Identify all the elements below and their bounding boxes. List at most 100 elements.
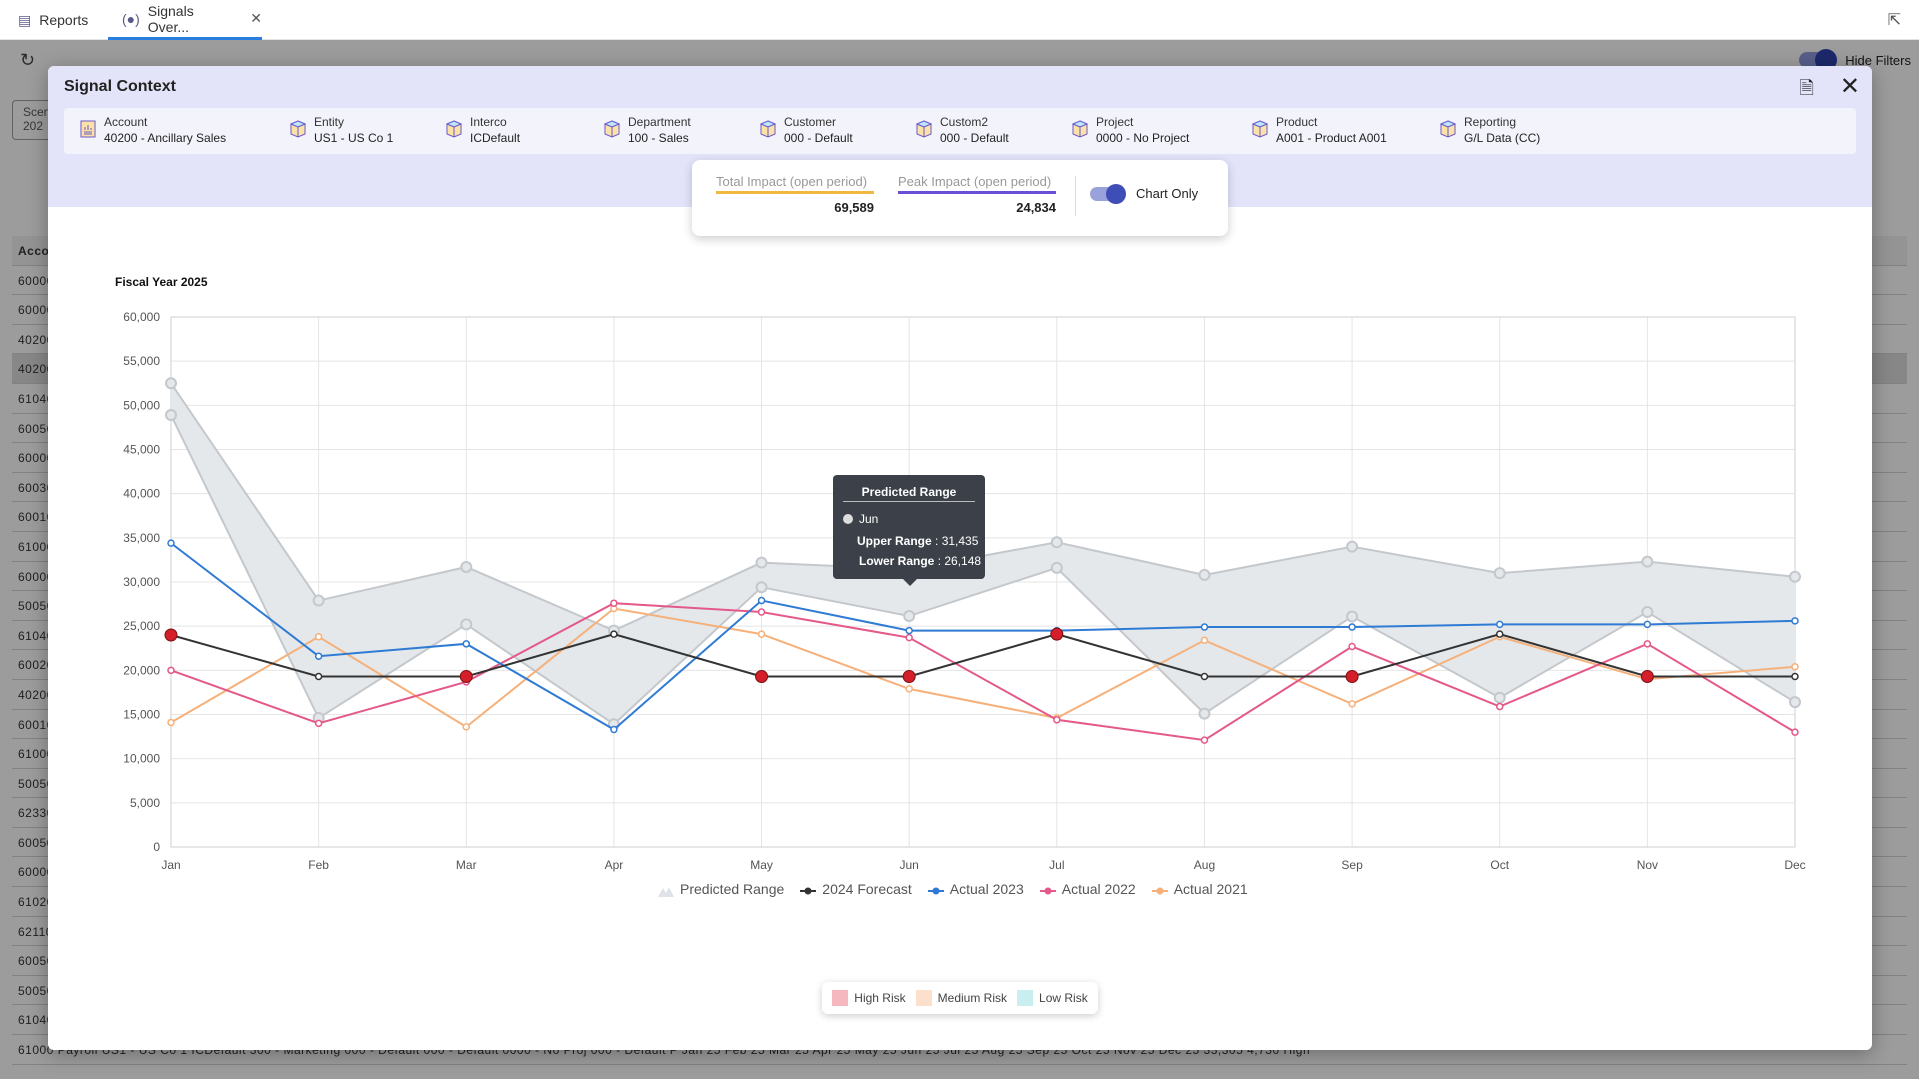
2024-forecast-point xyxy=(1200,672,1209,681)
risk-legend: High Risk Medium Risk Low Risk xyxy=(822,982,1098,1014)
x-tick-label: Dec xyxy=(1784,858,1805,872)
actual-2023-point xyxy=(1643,620,1652,629)
tab-label: Reports xyxy=(39,12,89,28)
top-tab-bar: ▤ Reports (●) Signals Over... ✕ ⇱ xyxy=(0,0,1919,40)
risk-swatch xyxy=(1017,990,1034,1006)
x-tick-label: Oct xyxy=(1490,858,1509,872)
2024-forecast-risk-point xyxy=(164,628,178,642)
tab-signals-overview[interactable]: (●) Signals Over... ✕ xyxy=(108,0,262,40)
impact-summary-card: Total Impact (open period) 69,589 Peak I… xyxy=(692,160,1228,236)
y-tick-label: 5,000 xyxy=(130,796,160,810)
range-upper-point xyxy=(1050,536,1063,549)
legend-marker-icon xyxy=(1151,884,1168,895)
tooltip-lower-value: 26,148 xyxy=(944,554,982,568)
tooltip-lower-label: Lower Range xyxy=(859,554,935,568)
x-tick-label: May xyxy=(750,858,773,872)
range-lower-point xyxy=(1346,610,1359,623)
risk-label: Low Risk xyxy=(1039,991,1088,1005)
risk-legend-item: Medium Risk xyxy=(915,990,1008,1006)
x-tick-label: Jul xyxy=(1049,858,1064,872)
signal-icon: (●) xyxy=(122,10,140,27)
actual-2023-point xyxy=(905,626,913,635)
2024-forecast-risk-point xyxy=(459,670,473,684)
x-tick-label: Nov xyxy=(1637,858,1658,872)
actual-2021-point xyxy=(462,723,471,731)
actual-2022-point xyxy=(1791,728,1799,736)
total-impact-label: Total Impact (open period) xyxy=(716,174,868,189)
range-upper-point xyxy=(755,556,768,569)
legend-item[interactable]: Predicted Range xyxy=(658,881,784,897)
actual-2021-point xyxy=(314,633,323,641)
range-lower-point xyxy=(1493,691,1506,704)
tooltip-dot-icon xyxy=(843,514,853,524)
chart-only-toggle[interactable]: Chart Only xyxy=(1090,183,1199,204)
tooltip-upper-label: Upper Range xyxy=(857,534,932,548)
y-tick-label: 10,000 xyxy=(123,752,160,766)
tab-reports[interactable]: ▤ Reports xyxy=(18,0,88,40)
x-tick-label: Sep xyxy=(1341,858,1363,872)
actual-2022-point xyxy=(1495,702,1504,711)
peak-impact-label: Peak Impact (open period) xyxy=(898,174,1052,189)
y-tick-label: 60,000 xyxy=(123,310,160,324)
y-tick-label: 35,000 xyxy=(123,531,160,545)
y-tick-label: 15,000 xyxy=(123,708,160,722)
y-tick-label: 30,000 xyxy=(123,575,160,589)
range-upper-point xyxy=(312,594,325,607)
risk-swatch xyxy=(832,990,849,1006)
actual-2022-point xyxy=(1348,642,1356,651)
actual-2023-point xyxy=(1495,620,1504,629)
legend-item[interactable]: 2024 Forecast xyxy=(800,881,912,897)
actual-2023-point xyxy=(167,539,175,547)
y-tick-label: 40,000 xyxy=(123,487,160,501)
tooltip-upper-value: 31,435 xyxy=(941,534,979,548)
total-impact-underline xyxy=(716,191,874,194)
risk-swatch xyxy=(915,990,932,1006)
tooltip-lower: Lower Range : 26,148 xyxy=(859,554,982,568)
chart-only-label: Chart Only xyxy=(1136,186,1199,201)
2024-forecast-risk-point xyxy=(755,670,769,684)
2024-forecast-point xyxy=(1791,672,1799,681)
x-tick-label: Jun xyxy=(900,858,919,872)
2024-forecast-point xyxy=(610,630,618,638)
risk-label: High Risk xyxy=(854,991,906,1005)
toggle-switch[interactable] xyxy=(1090,183,1126,204)
legend-item[interactable]: Actual 2023 xyxy=(927,881,1024,897)
divider xyxy=(1075,176,1076,216)
legend-label: Predicted Range xyxy=(680,881,785,897)
report-icon: ▤ xyxy=(18,11,32,28)
legend-label: Actual 2022 xyxy=(1061,881,1136,897)
actual-2022-point xyxy=(1200,736,1209,744)
range-lower-point xyxy=(755,581,768,594)
range-lower-point xyxy=(1789,696,1801,709)
actual-2022-point xyxy=(757,608,766,616)
range-lower-point xyxy=(1050,561,1063,574)
y-tick-label: 20,000 xyxy=(123,663,160,677)
range-upper-point xyxy=(1346,540,1359,553)
tooltip-title: Predicted Range xyxy=(843,475,975,502)
range-lower-point xyxy=(903,610,916,623)
actual-2023-point xyxy=(314,652,323,660)
y-tick-label: 0 xyxy=(153,840,160,854)
x-tick-label: Apr xyxy=(605,858,624,872)
2024-forecast-risk-point xyxy=(1640,670,1654,684)
actual-2022-point xyxy=(1053,716,1061,724)
legend-item[interactable]: Actual 2022 xyxy=(1039,881,1136,897)
collapse-icon[interactable]: ⇱ xyxy=(1888,10,1901,30)
range-upper-point xyxy=(1198,568,1211,581)
actual-2021-point xyxy=(905,685,913,693)
total-impact: Total Impact (open period) 69,589 xyxy=(716,174,874,215)
2024-forecast-point xyxy=(314,672,323,681)
chart-tooltip: Predicted Range Jun Upper Range : 31,435… xyxy=(833,475,985,586)
actual-2023-point xyxy=(1200,623,1209,631)
legend-label: Actual 2021 xyxy=(1173,881,1248,897)
close-tab-icon[interactable]: ✕ xyxy=(250,10,262,27)
range-upper-point xyxy=(1493,567,1506,580)
legend-item[interactable]: Actual 2021 xyxy=(1151,881,1248,897)
2024-forecast-risk-point xyxy=(1050,627,1064,641)
peak-impact: Peak Impact (open period) 24,834 xyxy=(898,174,1056,215)
range-lower-point xyxy=(460,618,473,631)
range-lower-point xyxy=(1641,606,1654,619)
actual-2022-point xyxy=(610,599,618,607)
risk-label: Medium Risk xyxy=(937,991,1008,1005)
x-tick-label: Mar xyxy=(456,858,477,872)
